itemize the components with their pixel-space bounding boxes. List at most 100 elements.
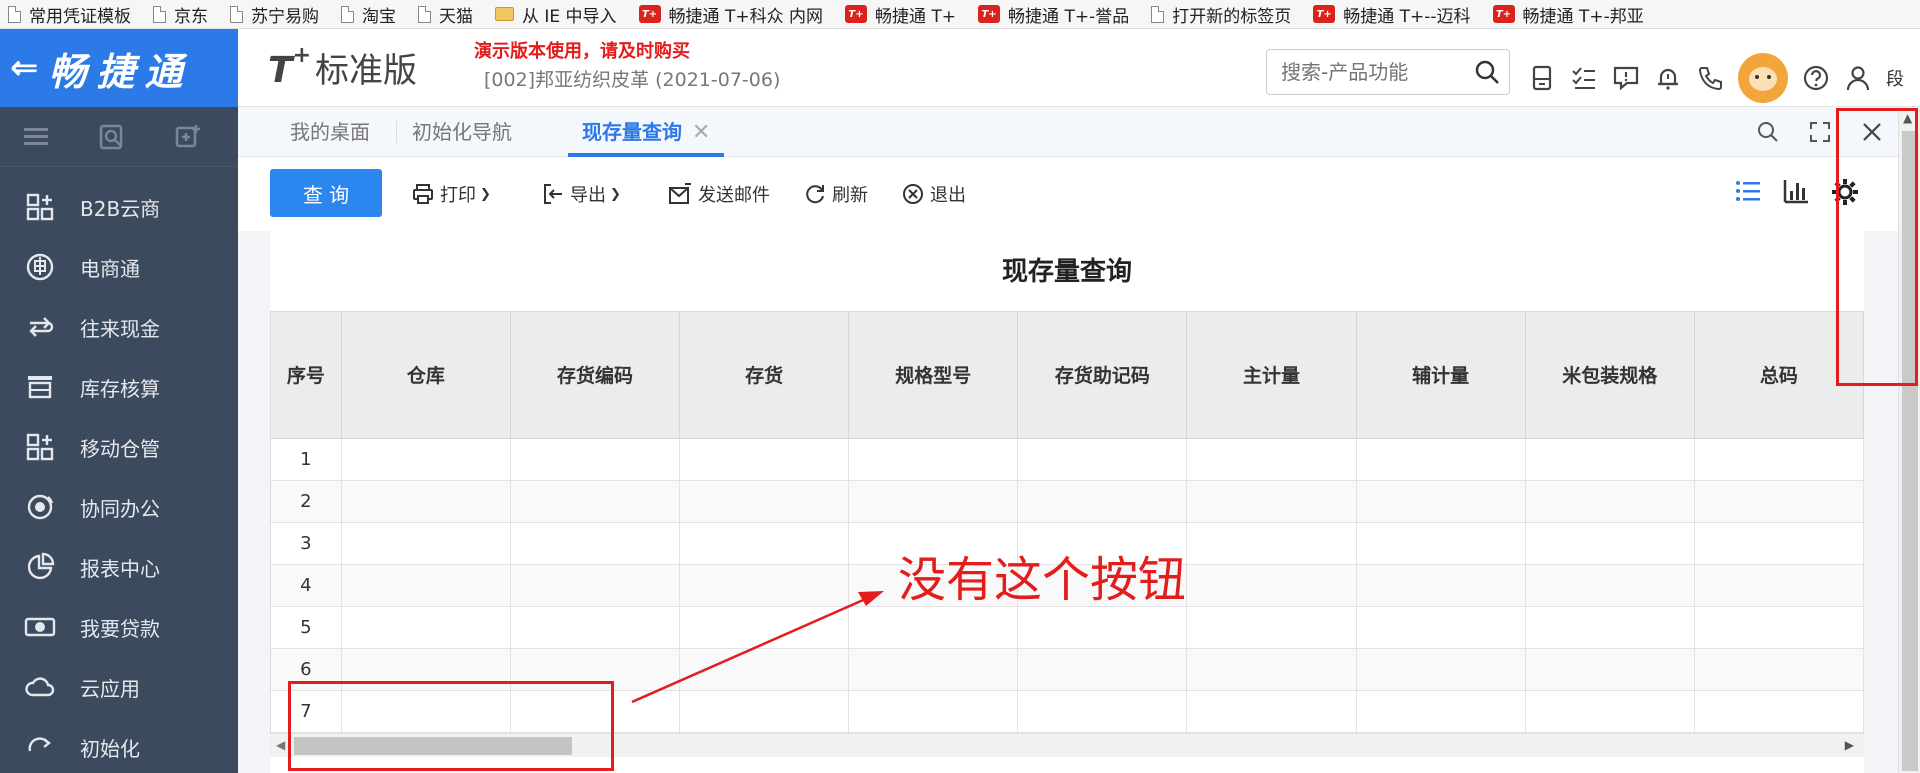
table-cell[interactable] [1694,648,1864,691]
table-cell[interactable] [510,438,681,481]
sidebar-item[interactable]: 我要贷款 [0,597,238,657]
table-cell[interactable] [341,564,511,607]
exit-button[interactable]: 退出 [902,181,966,207]
table-cell[interactable] [1694,522,1864,565]
column-header[interactable]: 米包装规格 [1525,312,1695,439]
table-cell[interactable] [1186,690,1357,733]
tab-stock-query[interactable]: 现存量查询 ✕ [568,107,725,157]
refresh-button[interactable]: 刷新 [804,181,868,207]
table-cell[interactable] [1525,690,1695,733]
scroll-right-icon[interactable]: ▶ [1845,738,1854,752]
table-cell[interactable] [510,690,681,733]
calculator-icon[interactable] [1528,64,1556,92]
row-number-cell[interactable]: 3 [271,522,342,565]
row-number-cell[interactable]: 4 [271,564,342,607]
horizontal-scroll-thumb[interactable] [294,737,572,755]
column-header[interactable]: 存货助记码 [1017,312,1188,439]
bookmark-item[interactable]: T+ 畅捷通 T+-邦亚 [1492,2,1644,27]
row-number-cell[interactable]: 1 [271,438,342,481]
fullscreen-icon[interactable] [1794,107,1846,157]
table-cell[interactable] [848,438,1019,481]
table-cell[interactable] [1525,480,1695,523]
table-row[interactable]: 1 [271,438,1864,481]
row-number-cell[interactable]: 7 [271,690,342,733]
table-cell[interactable] [679,480,850,523]
bookmark-item[interactable]: T+ 畅捷通 T+ [845,2,956,27]
column-header[interactable]: 序号 [271,312,342,439]
tab-my-desktop[interactable]: 我的桌面 [290,107,370,157]
table-cell[interactable] [679,648,850,691]
table-cell[interactable] [1186,438,1357,481]
user-name[interactable]: 段 [1886,65,1904,91]
help-icon[interactable] [1802,64,1830,92]
sidebar-item[interactable]: 报表中心 [0,537,238,597]
column-header[interactable]: 总码 [1694,312,1864,439]
table-cell[interactable] [341,522,511,565]
sidebar-item[interactable]: 往来现金 [0,297,238,357]
table-cell[interactable] [848,690,1019,733]
bookmark-item[interactable]: 天猫 [418,2,473,27]
table-cell[interactable] [679,606,850,649]
phone-icon[interactable] [1696,64,1724,92]
column-header[interactable]: 规格型号 [848,312,1019,439]
column-header[interactable]: 存货编码 [510,312,681,439]
app-logo[interactable]: ⇐ 畅捷通 [0,29,238,107]
chart-view-icon[interactable] [1782,177,1810,211]
table-cell[interactable] [1186,480,1357,523]
table-cell[interactable] [1186,606,1357,649]
user-icon[interactable] [1844,64,1872,92]
scroll-up-icon[interactable]: ▲ [1903,111,1912,125]
scroll-left-icon[interactable]: ◀ [276,738,285,752]
table-cell[interactable] [679,690,850,733]
table-cell[interactable] [510,564,681,607]
list-view-icon[interactable] [1734,177,1762,211]
table-row[interactable]: 5 [271,606,1864,649]
table-cell[interactable] [1017,480,1188,523]
close-window-icon[interactable] [1846,107,1898,157]
table-cell[interactable] [1356,480,1526,523]
bookmark-item[interactable]: 苏宁易购 [230,2,319,27]
tab-close-icon[interactable]: ✕ [692,120,710,145]
table-cell[interactable] [1694,690,1864,733]
horizontal-scrollbar[interactable]: ◀ ▶ [270,733,1864,757]
table-cell[interactable] [1694,438,1864,481]
sidebar-item[interactable]: 初始化 [0,717,238,773]
table-row[interactable]: 2 [271,480,1864,523]
table-cell[interactable] [341,690,511,733]
table-cell[interactable] [1694,480,1864,523]
bell-icon[interactable] [1654,64,1682,92]
sidebar-item[interactable]: 协同办公 [0,477,238,537]
table-cell[interactable] [679,438,850,481]
vertical-scroll-thumb[interactable] [1902,131,1918,771]
table-cell[interactable] [510,522,681,565]
add-menu-icon[interactable] [174,124,202,150]
table-cell[interactable] [510,480,681,523]
table-cell[interactable] [1525,438,1695,481]
tab-init-guide[interactable]: 初始化导航 [412,107,512,157]
table-cell[interactable] [510,648,681,691]
bookmark-item[interactable]: 从 IE 中导入 [495,2,617,27]
checklist-icon[interactable] [1570,64,1598,92]
bookmark-item[interactable]: T+ 畅捷通 T+科众 内网 [638,2,823,27]
table-cell[interactable] [1356,606,1526,649]
table-cell[interactable] [1356,690,1526,733]
send-mail-button[interactable]: 发送邮件 [668,181,770,207]
table-cell[interactable] [1694,564,1864,607]
column-header[interactable]: 存货 [679,312,850,439]
search-input[interactable] [1267,60,1467,84]
table-cell[interactable] [848,606,1019,649]
table-cell[interactable] [341,606,511,649]
back-arrow-icon[interactable]: ⇐ [10,48,39,88]
sidebar-item[interactable]: B2B云商 [0,177,238,237]
settings-gear-icon[interactable] [1830,177,1860,211]
table-cell[interactable] [1186,522,1357,565]
row-number-cell[interactable]: 2 [271,480,342,523]
table-cell[interactable] [1525,648,1695,691]
message-icon[interactable] [1612,64,1640,92]
table-cell[interactable] [1186,564,1357,607]
sidebar-item[interactable]: 云应用 [0,657,238,717]
column-header[interactable]: 仓库 [341,312,511,439]
table-cell[interactable] [848,480,1019,523]
mascot-avatar-icon[interactable] [1738,53,1788,103]
table-cell[interactable] [679,564,850,607]
